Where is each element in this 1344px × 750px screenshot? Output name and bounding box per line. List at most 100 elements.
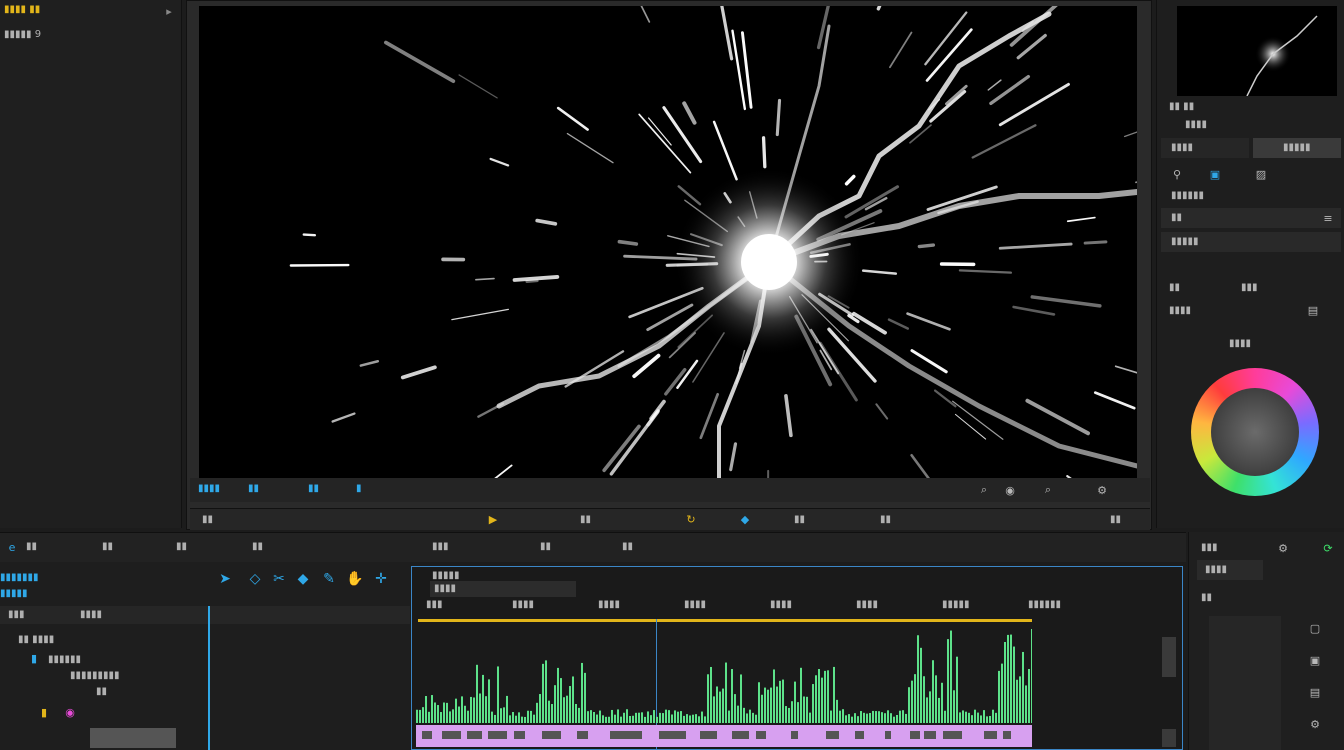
timecode-tick: ▮▮▮▮▮ — [942, 599, 970, 610]
pin-icon[interactable]: ⚲ — [1169, 166, 1185, 182]
timecode-tick: ▮▮▮ — [426, 599, 443, 610]
track-name-box[interactable]: ▮▮▮▮ — [430, 581, 576, 597]
play-icon[interactable]: ▶ — [486, 512, 500, 526]
scrollbar[interactable] — [1162, 637, 1176, 677]
time-ruler[interactable]: ▮▮▮ ▮▮▮▮ ▮▮▮▮ ▮▮▮▮ ▮▮▮▮ ▮▮▮▮ ▮▮▮▮▮ ▮▮▮▮▮▮ — [412, 597, 1182, 615]
tab-right-label: ▮▮▮▮▮ — [1283, 142, 1311, 153]
razor-tool-icon[interactable]: ✂ — [270, 570, 288, 588]
left-panel-title: ▮▮▮▮ ▮▮ — [4, 4, 41, 15]
tab-left-label: ▮▮▮▮ — [1171, 142, 1194, 153]
track-clip-thumb[interactable] — [90, 728, 176, 748]
snapshot-icon[interactable]: ◉ — [1002, 482, 1018, 498]
crop-icon[interactable]: ▣ — [1307, 652, 1323, 668]
side-button[interactable]: ▮▮▮▮ — [1197, 560, 1263, 580]
timeline-tab[interactable]: ▮▮▮ — [432, 541, 449, 552]
menu-icon[interactable]: ≡ — [1321, 211, 1335, 225]
hand-tool-icon[interactable]: ✋ — [346, 570, 364, 588]
inspector-title: ▮▮ ▮▮ — [1169, 101, 1195, 112]
timecode-tick: ▮▮▮▮ — [684, 599, 707, 610]
audio-waveform — [416, 629, 1032, 723]
inspector-subtitle: ▮▮▮▮ — [1185, 119, 1208, 130]
window-icon[interactable]: ▢ — [1307, 620, 1323, 636]
timeline-tab[interactable]: ▮▮ — [176, 541, 187, 552]
timeline-header: e ▮▮ ▮▮ ▮▮ ▮▮ ▮▮▮ ▮▮ ▮▮ — [0, 532, 1186, 562]
side-list[interactable] — [1209, 616, 1281, 750]
timeline[interactable]: ▮▮▮▮▮ ▮▮▮▮ ▮▮▮ ▮▮▮▮ ▮▮▮▮ ▮▮▮▮ ▮▮▮▮ ▮▮▮▮ ▮▮▮▮▮ ▮… — [411, 566, 1183, 750]
refresh-icon[interactable]: ⟳ — [1319, 540, 1337, 556]
marker-icon[interactable]: ◆ — [738, 512, 752, 526]
chevron-icon[interactable]: ▸ — [162, 4, 176, 18]
settings-small-icon[interactable]: ⚙ — [1307, 716, 1323, 732]
tab-right[interactable]: ▮▮▮▮▮ — [1253, 138, 1341, 158]
ripple-tool-icon[interactable]: ◇ — [246, 570, 264, 588]
inspector-panel: ▮▮ ▮▮ ▮▮▮▮ ▮▮▮▮ ▮▮▮▮▮ ⚲ ▣ ▨ ▮▮▮▮▮▮ ▮▮ ≡ … — [1156, 0, 1344, 528]
ruler-mark: ▮▮ — [1110, 514, 1122, 525]
track-label: ▮▮▮▮▮▮▮ — [0, 572, 39, 583]
section-label: ▮▮▮▮▮▮ — [1171, 190, 1205, 201]
search-icon[interactable]: ⌕ — [1040, 482, 1056, 498]
viewer-toolbar-item[interactable]: ▮▮ — [248, 483, 259, 494]
select-tool-icon[interactable]: ➤ — [216, 570, 234, 588]
timecode-tick: ▮▮▮▮ — [770, 599, 793, 610]
field-row[interactable]: ▮▮ ≡ — [1161, 208, 1341, 228]
thumbnail-preview — [1177, 6, 1337, 97]
playhead-line[interactable] — [208, 606, 210, 750]
lightning-burst-image — [199, 6, 1137, 478]
ruler-mark: ▮▮ — [202, 514, 214, 525]
viewer-toolbar: ▮▮▮▮ ▮▮ ▮▮ ▮ ⌕ ◉ ⌕ ⚙ — [190, 478, 1150, 502]
playback-ruler[interactable]: ▮▮ ▶ ▮▮ ↻ ◆ ▮▮ ▮▮ ▮▮ — [190, 508, 1150, 530]
timeline-tab[interactable]: ▮▮ — [26, 541, 37, 552]
color-wheel[interactable] — [1191, 368, 1319, 496]
track-label: ▮▮ — [96, 686, 108, 697]
timeline-tab[interactable]: ▮▮ — [540, 541, 551, 552]
timecode-tick: ▮▮▮▮ — [598, 599, 621, 610]
frame-icon[interactable]: ▣ — [1207, 166, 1223, 182]
track-label: ▮▮▮▮ — [80, 609, 103, 620]
pen-tool-icon[interactable]: ✎ — [320, 570, 338, 588]
viewer-toolbar-label: ▮▮▮▮ — [198, 483, 221, 494]
scrollbar-lower[interactable] — [1162, 729, 1176, 747]
work-area-bar[interactable] — [418, 619, 1032, 622]
lock-icon[interactable]: ▮ — [36, 704, 52, 720]
calendar-icon[interactable]: ▤ — [1305, 303, 1321, 317]
timeline-tab[interactable]: ▮▮ — [622, 541, 633, 552]
gear-icon[interactable]: ⚙ — [1275, 540, 1291, 556]
track-label: ▮▮▮▮▮ — [0, 588, 28, 599]
color-wheel-label: ▮▮▮▮ — [1229, 338, 1252, 349]
field-row[interactable]: ▮▮▮▮▮ — [1161, 232, 1341, 252]
loop-icon[interactable]: ↻ — [684, 512, 698, 526]
section-label: ▮▮ — [1169, 282, 1181, 293]
track-label: ▮▮ ▮▮▮▮ — [18, 634, 55, 645]
track-icon: ▮ — [30, 651, 38, 665]
slip-tool-icon[interactable]: ◆ — [294, 570, 312, 588]
ruler-mark: ▮▮ — [794, 514, 806, 525]
ruler-mark: ▮▮ — [880, 514, 892, 525]
settings-icon[interactable]: ⚙ — [1094, 482, 1110, 498]
timeline-tab[interactable]: ▮▮ — [252, 541, 263, 552]
side-label: ▮▮ — [1201, 592, 1213, 603]
app-icon[interactable]: e — [4, 539, 20, 555]
section-value: ▮▮▮ — [1241, 282, 1258, 293]
move-tool-icon[interactable]: ✛ — [372, 570, 390, 588]
video-clip[interactable] — [416, 725, 1032, 747]
viewer-toolbar-item[interactable]: ▮▮ — [308, 483, 319, 494]
timecode-tick: ▮▮▮▮ — [856, 599, 879, 610]
viewer-toolbar-item[interactable]: ▮ — [356, 483, 362, 494]
left-panel: ▮▮▮▮ ▮▮ ▮▮▮▮▮ 9 ▸ — [0, 0, 182, 528]
ruler-mark: ▮▮ — [580, 514, 592, 525]
track-label: ▮▮▮▮▮▮ — [48, 654, 82, 665]
image-icon[interactable]: ▨ — [1253, 166, 1269, 182]
side-tools-title: ▮▮▮ — [1201, 542, 1218, 553]
track-name: ▮▮▮▮ — [434, 583, 457, 594]
track-header-row: ▮▮▮ ▮▮▮▮ — [0, 606, 410, 624]
list-icon[interactable]: ▤ — [1307, 684, 1323, 700]
timecode-tick: ▮▮▮▮▮▮ — [1028, 599, 1062, 610]
preview-viewer[interactable] — [199, 6, 1137, 478]
timeline-tab[interactable]: ▮▮ — [102, 541, 113, 552]
field-label: ▮▮▮▮ — [1169, 305, 1192, 316]
mute-icon[interactable]: ◉ — [62, 704, 78, 720]
field-label: ▮▮▮▮▮ — [1171, 236, 1199, 247]
track-label: ▮▮▮ — [8, 609, 25, 620]
zoom-icon[interactable]: ⌕ — [976, 482, 992, 498]
tab-left[interactable]: ▮▮▮▮ — [1161, 138, 1249, 158]
